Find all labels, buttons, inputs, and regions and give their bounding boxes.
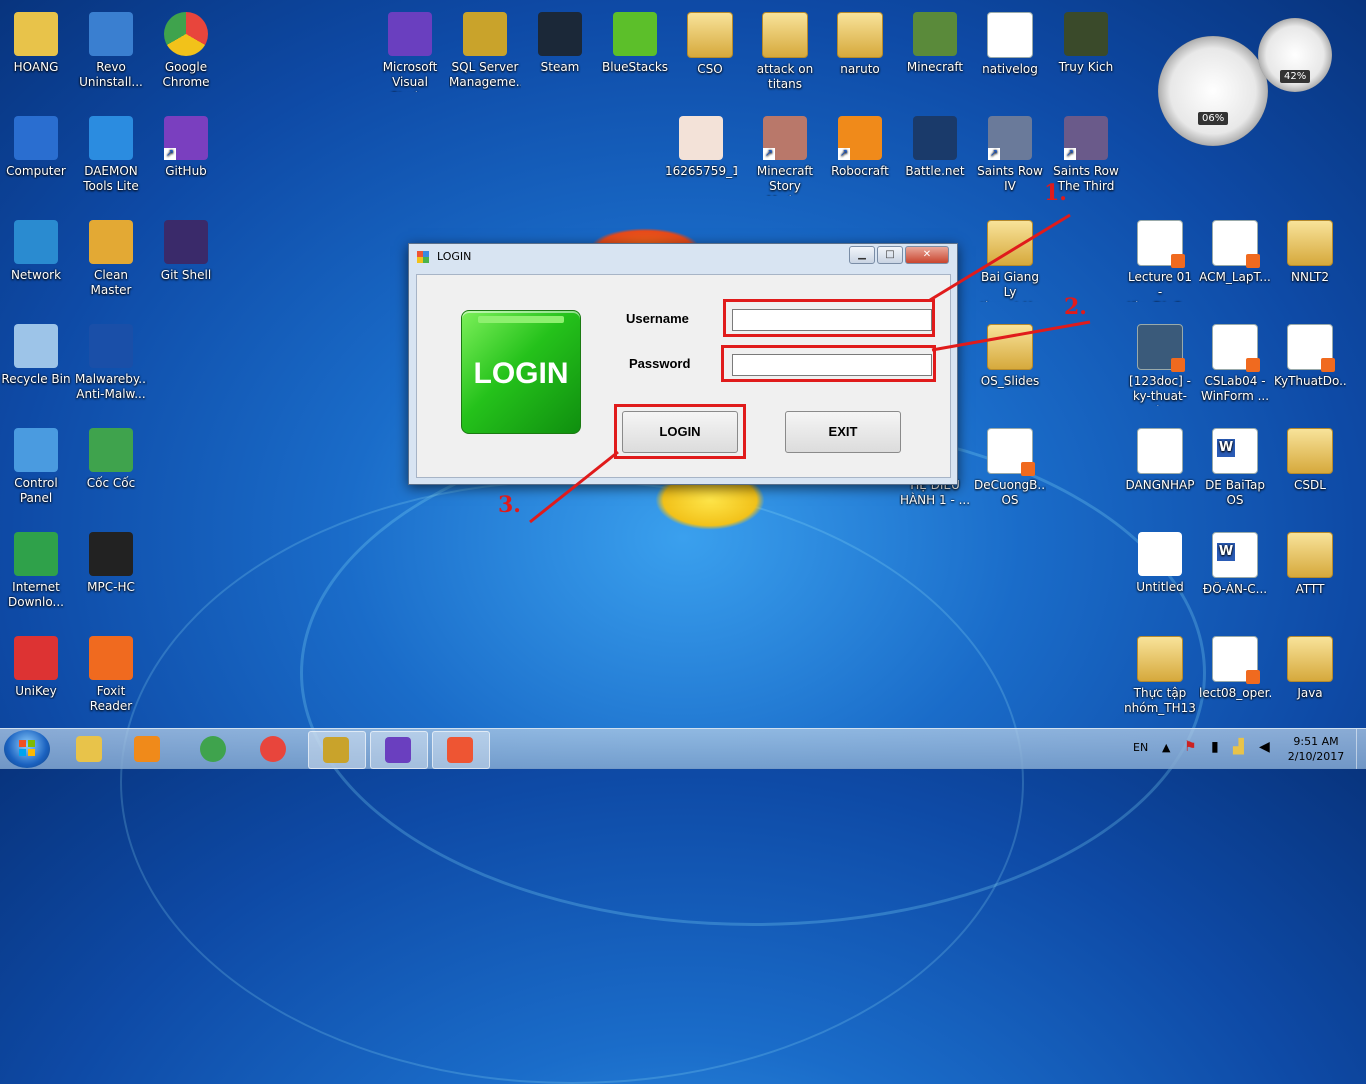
taskbar: EN ▲ ⚑ ▮ ▟ ◀ 9:51 AM 2/10/2017 (0, 728, 1366, 769)
explorer-icon (76, 736, 102, 762)
media-player-icon (134, 736, 160, 762)
clock-time: 9:51 AM (1293, 735, 1339, 748)
show-desktop-button[interactable] (1356, 729, 1366, 769)
login-app-icon (447, 737, 473, 763)
start-button[interactable] (4, 730, 50, 768)
clock-date: 2/10/2017 (1287, 750, 1345, 763)
volume-icon[interactable]: ◀ (1259, 739, 1270, 779)
taskbar-visual-studio-button[interactable] (370, 731, 428, 769)
windows-logo-icon (19, 740, 35, 756)
annotation-step-3: 3. (498, 492, 521, 518)
language-indicator[interactable]: EN (1133, 741, 1148, 781)
visual-studio-icon (385, 737, 411, 763)
action-center-flag-icon[interactable]: ⚑ (1184, 739, 1197, 779)
coc-coc-icon (200, 736, 226, 762)
show-hidden-icons-button[interactable]: ▲ (1162, 741, 1170, 781)
annotation-step-2: 2. (1064, 294, 1087, 320)
taskbar-sql-server-button[interactable] (308, 731, 366, 769)
taskbar-media-player-button[interactable] (120, 731, 176, 767)
annotation-step-1: 1. (1044, 180, 1067, 206)
taskbar-coc-coc-button[interactable] (186, 731, 242, 767)
annotation-lines (529, 213, 1091, 524)
taskbar-explorer-button[interactable] (62, 731, 118, 767)
chrome-icon (260, 736, 286, 762)
clock[interactable]: 9:51 AM 2/10/2017 (1286, 734, 1346, 774)
taskbar-login-app-button[interactable] (432, 731, 490, 769)
sql-server-icon (323, 737, 349, 763)
battery-icon[interactable]: ▮ (1211, 739, 1219, 779)
taskbar-chrome-button[interactable] (246, 731, 302, 767)
network-signal-icon[interactable]: ▟ (1233, 739, 1244, 779)
